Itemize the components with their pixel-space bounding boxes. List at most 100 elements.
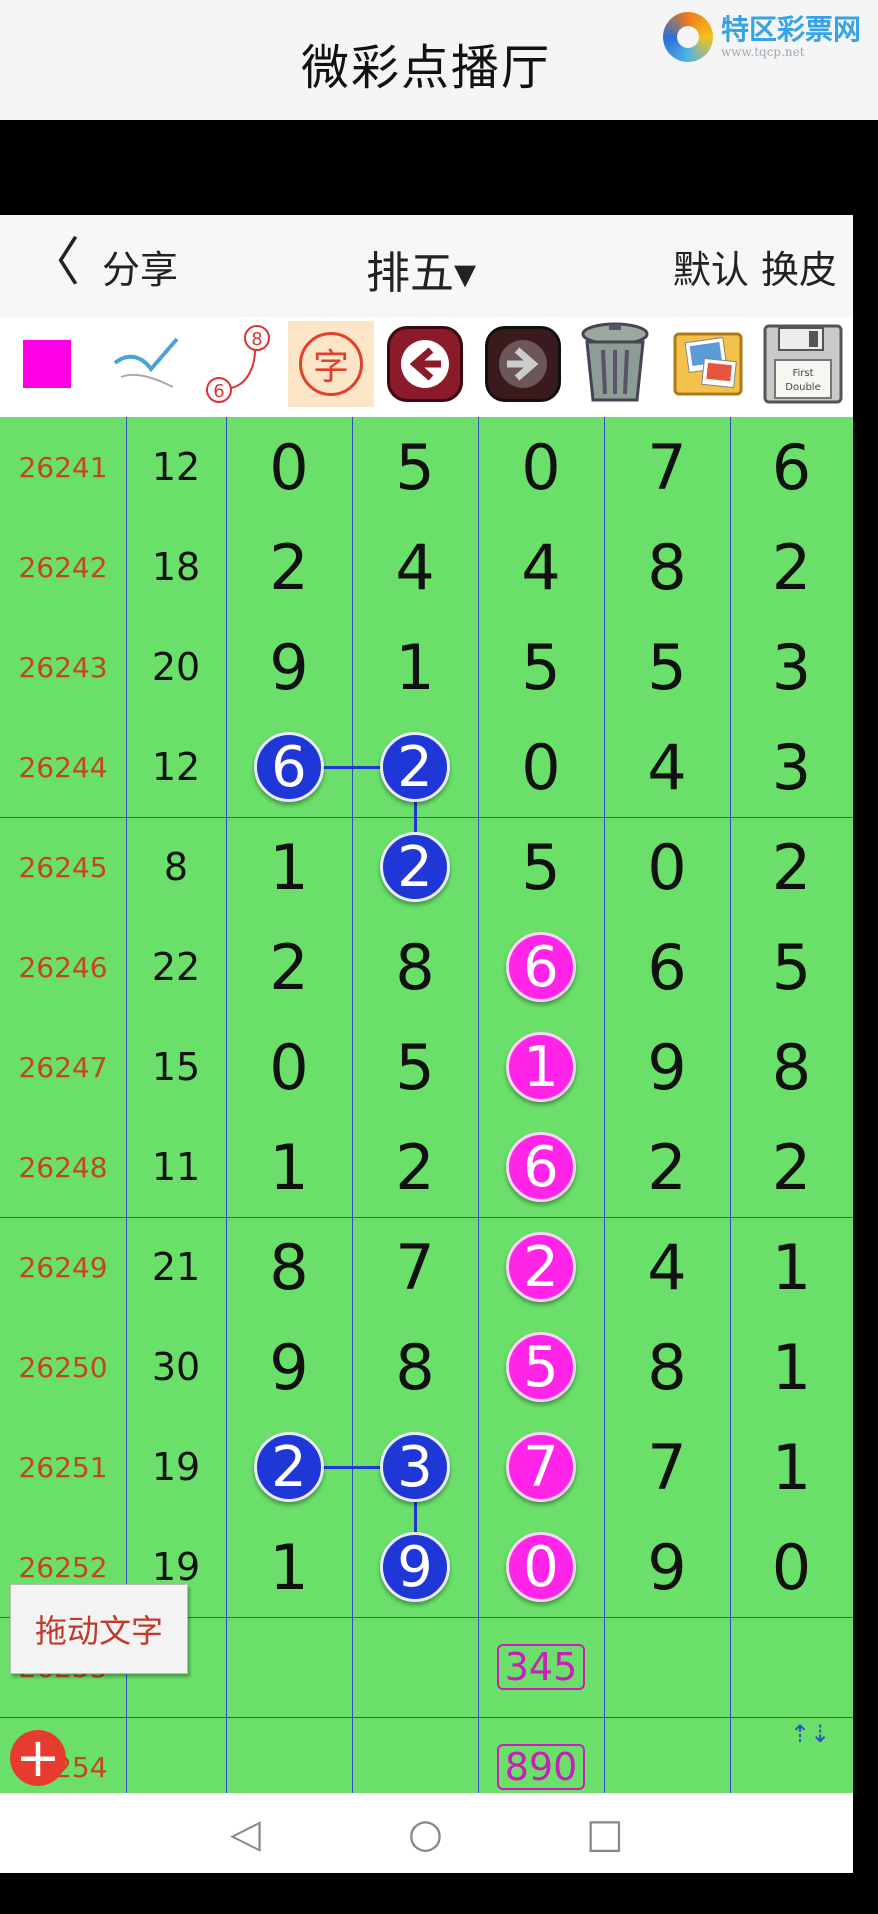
digit-cell-5[interactable]: 0: [730, 1517, 853, 1617]
add-button[interactable]: +: [10, 1730, 66, 1786]
digit-cell-1[interactable]: 1: [226, 1117, 352, 1217]
digit-cell-3[interactable]: 0: [478, 717, 604, 817]
digit-cell-1[interactable]: 9: [226, 1317, 352, 1417]
marked-ball-pink[interactable]: 0: [506, 1532, 576, 1602]
default-skin-button[interactable]: 默认 换皮: [673, 239, 837, 294]
sum-value[interactable]: 12: [126, 417, 226, 517]
digit-cell-1[interactable]: 2: [226, 1417, 352, 1517]
issue-number[interactable]: 26248: [0, 1117, 126, 1217]
issue-number[interactable]: 26246: [0, 917, 126, 1017]
digit-cell-1[interactable]: 8: [226, 1217, 352, 1317]
digit-cell-5[interactable]: 2: [730, 817, 853, 917]
digit-cell-1[interactable]: 2: [226, 917, 352, 1017]
digit-cell-3[interactable]: 5: [478, 617, 604, 717]
digit-cell-4[interactable]: 7: [604, 417, 730, 517]
digit-cell-2[interactable]: 2: [352, 1117, 478, 1217]
char-tool[interactable]: 字: [288, 321, 374, 407]
digit-cell-4[interactable]: 7: [604, 1417, 730, 1517]
marked-ball-blue[interactable]: 2: [380, 732, 450, 802]
digit-cell-4[interactable]: 8: [604, 1317, 730, 1417]
undo-button[interactable]: [382, 321, 468, 407]
digit-cell-4[interactable]: [604, 1617, 730, 1717]
digit-cell-3[interactable]: 6: [478, 917, 604, 1017]
marked-ball-pink[interactable]: 2: [506, 1232, 576, 1302]
digit-cell-4[interactable]: 5: [604, 617, 730, 717]
vertical-switch-icon[interactable]: ⇡⇣: [790, 1718, 830, 1782]
digit-cell-4[interactable]: 9: [604, 1517, 730, 1617]
sum-value[interactable]: 11: [126, 1117, 226, 1217]
digit-cell-3[interactable]: 7: [478, 1417, 604, 1517]
marked-ball-blue[interactable]: 2: [380, 832, 450, 902]
issue-number[interactable]: 26251: [0, 1417, 126, 1517]
digit-cell-5[interactable]: 8: [730, 1017, 853, 1117]
digit-cell-3[interactable]: 0: [478, 1517, 604, 1617]
digit-cell-4[interactable]: 8: [604, 517, 730, 617]
digit-cell-4[interactable]: 0: [604, 817, 730, 917]
marked-ball-blue[interactable]: 2: [254, 1432, 324, 1502]
digit-cell-4[interactable]: 4: [604, 717, 730, 817]
digit-cell-3[interactable]: 6: [478, 1117, 604, 1217]
digit-cell-4[interactable]: 2: [604, 1117, 730, 1217]
digit-cell-2[interactable]: 7: [352, 1217, 478, 1317]
digit-cell-5[interactable]: 1: [730, 1417, 853, 1517]
digit-cell-1[interactable]: 1: [226, 817, 352, 917]
redo-button[interactable]: [480, 321, 566, 407]
issue-number[interactable]: 26242: [0, 517, 126, 617]
sum-value[interactable]: 8: [126, 817, 226, 917]
digit-cell-2[interactable]: 2: [352, 817, 478, 917]
digit-cell-3[interactable]: 4: [478, 517, 604, 617]
digit-cell-2[interactable]: 9: [352, 1517, 478, 1617]
prediction-box[interactable]: 345: [497, 1644, 585, 1690]
issue-number[interactable]: 26244: [0, 717, 126, 817]
system-recent-icon[interactable]: □: [586, 1811, 624, 1857]
digit-cell-2[interactable]: 3: [352, 1417, 478, 1517]
digit-cell-2[interactable]: [352, 1617, 478, 1717]
marked-ball-pink[interactable]: 6: [506, 932, 576, 1002]
digit-cell-5[interactable]: 6: [730, 417, 853, 517]
share-button[interactable]: 分享: [102, 239, 178, 294]
line-tool[interactable]: 8 6: [196, 321, 282, 407]
marked-ball-pink[interactable]: 7: [506, 1432, 576, 1502]
digit-cell-3[interactable]: 5: [478, 817, 604, 917]
back-button[interactable]: 〈: [28, 235, 80, 291]
digit-cell-3[interactable]: 2: [478, 1217, 604, 1317]
digit-cell-5[interactable]: 5: [730, 917, 853, 1017]
digit-cell-2[interactable]: 1: [352, 617, 478, 717]
digit-cell-5[interactable]: 2: [730, 517, 853, 617]
sum-value[interactable]: 22: [126, 917, 226, 1017]
sum-value[interactable]: 30: [126, 1317, 226, 1417]
sum-value[interactable]: 12: [126, 717, 226, 817]
issue-number[interactable]: 26249: [0, 1217, 126, 1317]
marked-ball-pink[interactable]: 6: [506, 1132, 576, 1202]
game-select-dropdown[interactable]: 排五▾: [366, 237, 476, 301]
digit-cell-1[interactable]: [226, 1617, 352, 1717]
marked-ball-pink[interactable]: 1: [506, 1032, 576, 1102]
marked-ball-blue[interactable]: 6: [254, 732, 324, 802]
digit-cell-2[interactable]: 4: [352, 517, 478, 617]
digit-cell-5[interactable]: 2: [730, 1117, 853, 1217]
issue-number[interactable]: 26245: [0, 817, 126, 917]
digit-cell-5[interactable]: 3: [730, 717, 853, 817]
digit-cell-1[interactable]: 0: [226, 1017, 352, 1117]
digit-cell-1[interactable]: 1: [226, 1517, 352, 1617]
sum-value[interactable]: 20: [126, 617, 226, 717]
issue-number[interactable]: 26243: [0, 617, 126, 717]
digit-cell-5[interactable]: 1: [730, 1217, 853, 1317]
digit-cell-5[interactable]: [730, 1617, 853, 1717]
sum-value[interactable]: 18: [126, 517, 226, 617]
digit-cell-3[interactable]: 0: [478, 417, 604, 517]
marked-ball-pink[interactable]: 5: [506, 1332, 576, 1402]
issue-number[interactable]: 26241: [0, 417, 126, 517]
issue-number[interactable]: 26250: [0, 1317, 126, 1417]
digit-cell-1[interactable]: 2: [226, 517, 352, 617]
sum-value[interactable]: 21: [126, 1217, 226, 1317]
sum-value[interactable]: 15: [126, 1017, 226, 1117]
digit-cell-4[interactable]: 6: [604, 917, 730, 1017]
digit-cell-1[interactable]: 9: [226, 617, 352, 717]
system-home-icon[interactable]: ○: [408, 1811, 443, 1857]
digit-cell-4[interactable]: 9: [604, 1017, 730, 1117]
clear-button[interactable]: [572, 321, 658, 407]
color-swatch-tool[interactable]: [4, 321, 90, 407]
digit-cell-2[interactable]: 8: [352, 917, 478, 1017]
drag-text-button[interactable]: 拖动文字: [10, 1584, 188, 1674]
